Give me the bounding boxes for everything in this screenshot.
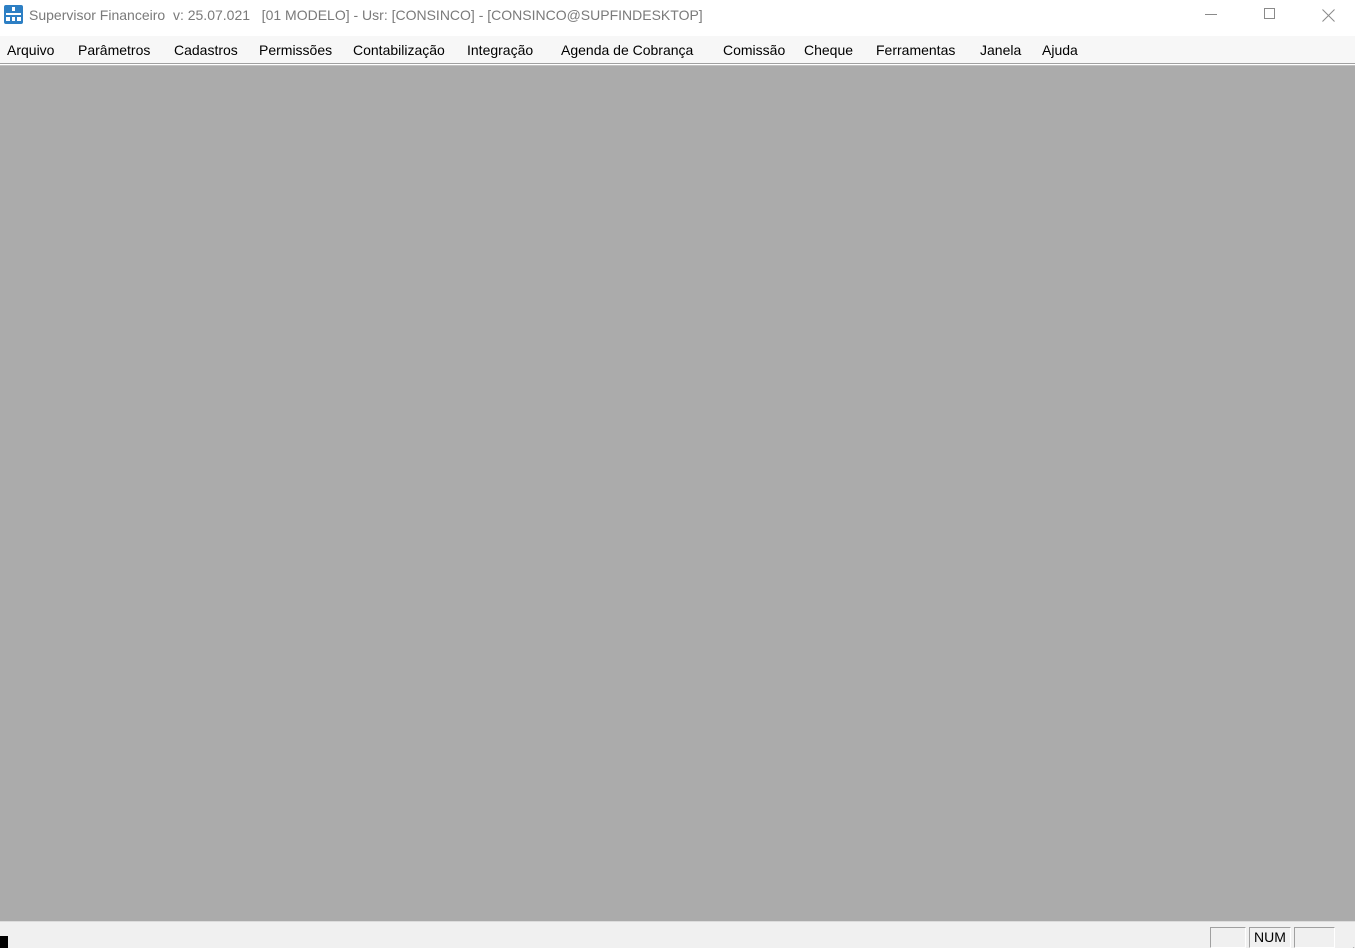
title-bar[interactable]: Supervisor Financeiro v: 25.07.021 [01 M… — [0, 0, 1355, 30]
resize-grip-icon[interactable] — [1338, 932, 1354, 948]
status-panel-num: NUM — [1249, 927, 1291, 948]
menu-arquivo[interactable]: Arquivo — [7, 41, 54, 59]
mdi-workspace[interactable] — [0, 66, 1355, 921]
menu-cadastros[interactable]: Cadastros — [174, 41, 238, 59]
menu-ferramentas[interactable]: Ferramentas — [876, 41, 955, 59]
status-bar: NUM — [0, 921, 1355, 948]
minimize-button[interactable] — [1182, 0, 1240, 30]
menu-integracao[interactable]: Integração — [467, 41, 533, 59]
app-window: Supervisor Financeiro v: 25.07.021 [01 M… — [0, 0, 1355, 948]
menu-janela[interactable]: Janela — [980, 41, 1021, 59]
menu-parametros[interactable]: Parâmetros — [78, 41, 150, 59]
close-button[interactable] — [1299, 0, 1355, 30]
status-caret — [0, 936, 8, 948]
menu-contabilizacao[interactable]: Contabilização — [353, 41, 445, 59]
maximize-button[interactable] — [1241, 0, 1299, 30]
maximize-icon — [1264, 8, 1275, 19]
menu-permissoes[interactable]: Permissões — [259, 41, 332, 59]
close-icon — [1321, 7, 1337, 23]
status-panel-1 — [1210, 927, 1246, 948]
status-panel-3 — [1294, 927, 1335, 948]
app-icon[interactable] — [4, 5, 23, 24]
minimize-icon — [1205, 14, 1217, 15]
menu-agenda-de-cobranca[interactable]: Agenda de Cobrança — [561, 41, 693, 59]
menu-cheque[interactable]: Cheque — [804, 41, 853, 59]
window-title: Supervisor Financeiro v: 25.07.021 [01 M… — [29, 7, 703, 23]
menu-ajuda[interactable]: Ajuda — [1042, 41, 1078, 59]
menu-bar: Arquivo Parâmetros Cadastros Permissões … — [0, 36, 1355, 64]
menu-comissao[interactable]: Comissão — [723, 41, 785, 59]
